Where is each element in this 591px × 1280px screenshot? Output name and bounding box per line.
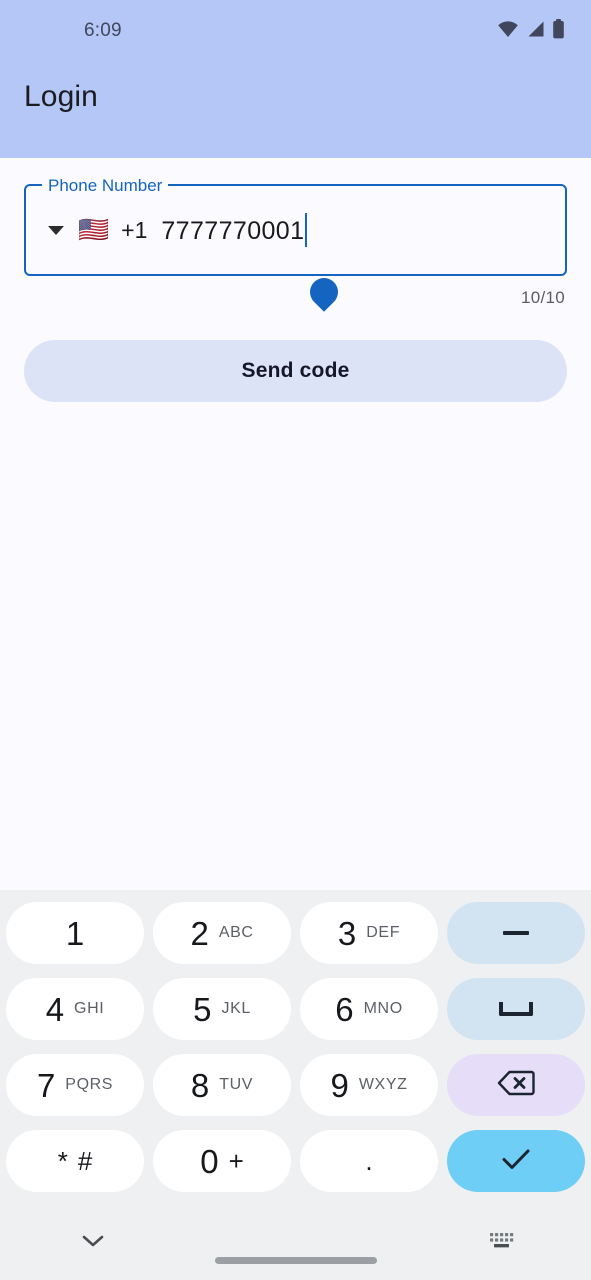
dial-code-prefix: +1 xyxy=(121,216,148,243)
numeric-keyboard: 1 2 ABC 3 DEF 4 GHI 5 JKL 6 MNO 7 PQRS 8… xyxy=(0,890,591,1206)
phone-number-text: 7777770001 xyxy=(161,217,305,245)
key-plus: + xyxy=(228,1146,244,1176)
key-letters: DEF xyxy=(366,924,401,941)
key-digit: 8 xyxy=(190,1066,210,1104)
key-star: * xyxy=(57,1146,68,1176)
keyboard-row: 1 2 ABC 3 DEF xyxy=(6,902,585,964)
switch-keyboard-button[interactable] xyxy=(479,1223,525,1263)
keyboard-icon xyxy=(489,1231,515,1256)
key-8[interactable]: 8 TUV xyxy=(153,1054,291,1116)
key-digit: 9 xyxy=(330,1066,349,1104)
phone-screen: 6:09 Login Phone Number 🇺🇸 +1 7777770001… xyxy=(0,0,591,1280)
key-letters: WXYZ xyxy=(358,1076,408,1093)
key-1[interactable]: 1 xyxy=(6,902,144,964)
key-5[interactable]: 5 JKL xyxy=(153,978,291,1040)
character-counter: 10/10 xyxy=(520,288,565,307)
key-digit: . xyxy=(365,1146,373,1176)
chevron-down-icon xyxy=(80,1233,106,1254)
key-7[interactable]: 7 PQRS xyxy=(6,1054,144,1116)
key-digit: 0 xyxy=(200,1142,219,1180)
send-code-button[interactable]: Send code xyxy=(24,340,567,402)
key-4[interactable]: 4 GHI xyxy=(6,978,144,1040)
hide-keyboard-button[interactable] xyxy=(70,1223,116,1263)
key-digit: 5 xyxy=(193,990,212,1028)
key-digit: 6 xyxy=(335,990,354,1028)
battery-icon xyxy=(552,18,565,44)
key-enter[interactable] xyxy=(447,1130,585,1192)
key-3[interactable]: 3 DEF xyxy=(300,902,438,964)
key-letters: GHI xyxy=(74,1000,105,1017)
chevron-down-icon[interactable] xyxy=(48,225,64,235)
key-digit: 1 xyxy=(65,914,85,952)
keyboard-row: * # 0 + . xyxy=(6,1130,585,1192)
dash-icon xyxy=(503,931,529,935)
key-digit: 3 xyxy=(337,914,357,952)
keyboard-row: 7 PQRS 8 TUV 9 WXYZ xyxy=(6,1054,585,1116)
status-bar: 6:09 xyxy=(0,0,591,62)
checkmark-icon xyxy=(499,1146,533,1177)
wifi-icon xyxy=(497,20,519,43)
backspace-icon xyxy=(496,1069,536,1102)
status-bar-icons xyxy=(497,18,565,44)
key-hash: # xyxy=(77,1146,93,1176)
phone-number-label: Phone Number xyxy=(42,176,169,196)
key-letters: PQRS xyxy=(65,1076,114,1093)
space-icon xyxy=(499,1002,533,1016)
key-letters: JKL xyxy=(221,1000,251,1017)
country-flag-icon[interactable]: 🇺🇸 xyxy=(78,217,109,243)
key-digit: 2 xyxy=(190,914,209,952)
phone-number-value[interactable]: 7777770001 xyxy=(161,213,308,247)
key-digit: 7 xyxy=(36,1066,56,1104)
key-2[interactable]: 2 ABC xyxy=(153,902,291,964)
key-dash[interactable] xyxy=(447,902,585,964)
key-0[interactable]: 0 + xyxy=(153,1130,291,1192)
key-letters: TUV xyxy=(219,1076,254,1093)
status-bar-clock: 6:09 xyxy=(84,20,122,41)
key-letters: MNO xyxy=(363,1000,403,1017)
key-letters: ABC xyxy=(218,924,254,941)
phone-field-wrapper: Phone Number 🇺🇸 +1 7777770001 xyxy=(24,176,567,312)
system-navigation-bar xyxy=(0,1206,591,1280)
key-9[interactable]: 9 WXYZ xyxy=(300,1054,438,1116)
text-caret xyxy=(305,213,308,247)
key-space[interactable] xyxy=(447,978,585,1040)
cellular-signal-icon xyxy=(526,20,545,43)
key-digit: 4 xyxy=(45,990,65,1028)
key-star-hash[interactable]: * # xyxy=(6,1130,144,1192)
key-6[interactable]: 6 MNO xyxy=(300,978,438,1040)
keyboard-row: 4 GHI 5 JKL 6 MNO xyxy=(6,978,585,1040)
key-period[interactable]: . xyxy=(300,1130,438,1192)
home-indicator[interactable] xyxy=(214,1257,377,1264)
page-title: Login xyxy=(24,80,98,113)
phone-number-input[interactable]: Phone Number 🇺🇸 +1 7777770001 xyxy=(24,176,567,276)
app-bar: 6:09 Login xyxy=(0,0,591,158)
login-form: Phone Number 🇺🇸 +1 7777770001 10/10 Send… xyxy=(0,158,591,890)
key-backspace[interactable] xyxy=(447,1054,585,1116)
